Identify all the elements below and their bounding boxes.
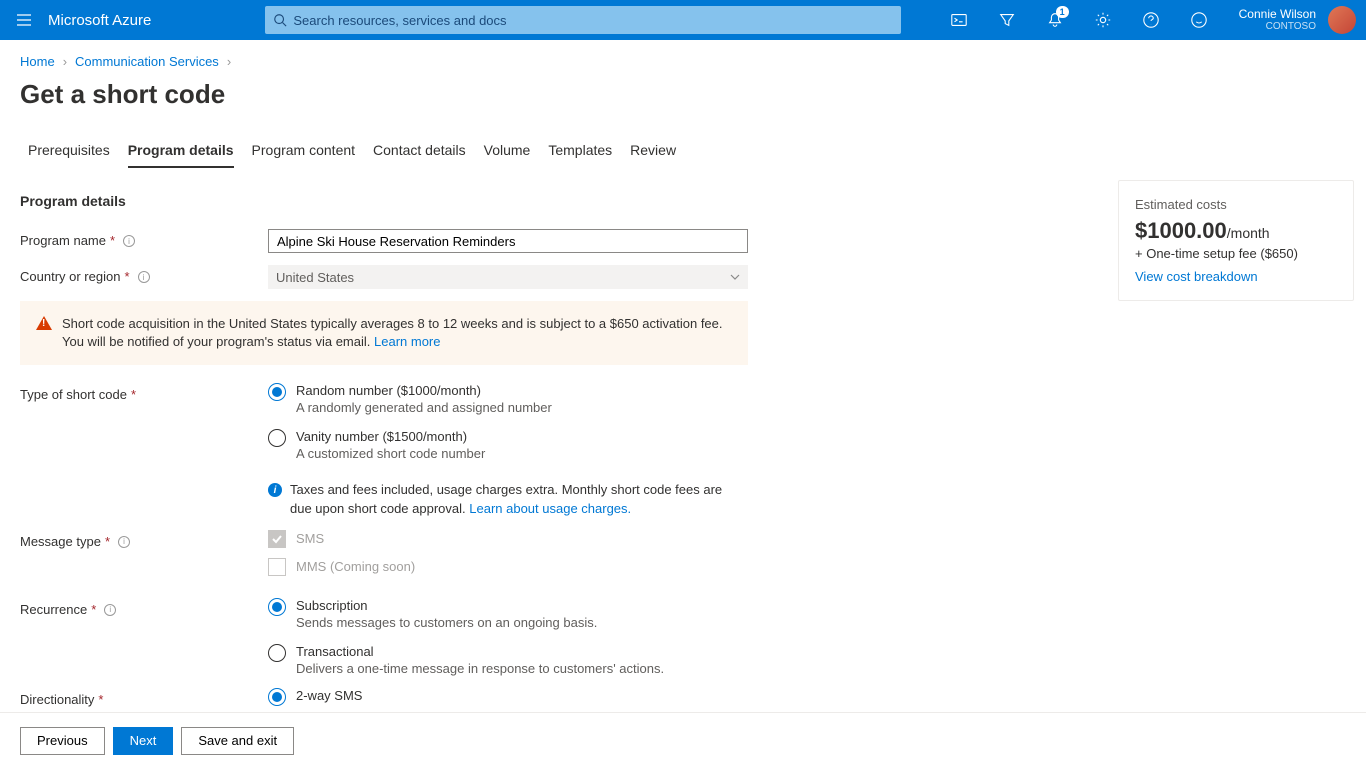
user-block[interactable]: Connie Wilson CONTOSO — [1223, 8, 1324, 32]
footer-bar: Previous Next Save and exit — [0, 712, 1366, 768]
warning-icon — [36, 316, 52, 330]
cost-amount: $1000.00 — [1135, 218, 1227, 243]
user-name: Connie Wilson — [1239, 8, 1316, 21]
row-message-type: Message type * i SMS MMS (Coming soon) — [20, 530, 1346, 586]
info-icon[interactable]: i — [104, 604, 116, 616]
required-marker: * — [131, 387, 136, 402]
search-wrap — [265, 6, 901, 34]
user-org: CONTOSO — [1239, 21, 1316, 32]
required-marker: * — [110, 233, 115, 248]
tab-contact-details[interactable]: Contact details — [373, 134, 466, 168]
radio-vanity-title: Vanity number ($1500/month) — [296, 429, 485, 444]
label-message-type: Message type — [20, 534, 101, 549]
directories-button[interactable] — [983, 0, 1031, 40]
check-icon — [271, 533, 283, 545]
info-icon[interactable]: i — [138, 271, 150, 283]
country-value: United States — [276, 270, 354, 285]
tab-review[interactable]: Review — [630, 134, 676, 168]
filter-icon — [998, 11, 1016, 29]
chevron-down-icon — [730, 272, 740, 282]
topbar-icons: 1 Connie Wilson CONTOSO — [935, 0, 1366, 40]
save-exit-button[interactable]: Save and exit — [181, 727, 294, 755]
row-directionality: Directionality * 2-way SMS — [20, 688, 1346, 707]
tabs: Prerequisites Program details Program co… — [20, 134, 1346, 169]
row-recurrence: Recurrence * i Subscription Sends message… — [20, 598, 1346, 676]
required-marker: * — [105, 534, 110, 549]
cost-card: Estimated costs $1000.00/month + One-tim… — [1118, 180, 1354, 301]
search-box[interactable] — [265, 6, 901, 34]
info-icon[interactable]: i — [118, 536, 130, 548]
tab-program-content[interactable]: Program content — [252, 134, 356, 168]
radio-vanity[interactable] — [268, 429, 286, 447]
smile-icon — [1190, 11, 1208, 29]
notifications-button[interactable]: 1 — [1031, 0, 1079, 40]
cost-per: /month — [1227, 225, 1270, 241]
radio-2way[interactable] — [268, 688, 286, 706]
page-content: Home › Communication Services › Get a sh… — [0, 40, 1366, 712]
required-marker: * — [124, 269, 129, 284]
label-country: Country or region — [20, 269, 120, 284]
chevron-right-icon: › — [63, 54, 67, 69]
radio-random-desc: A randomly generated and assigned number — [296, 400, 552, 415]
cost-label: Estimated costs — [1135, 197, 1337, 212]
label-directionality: Directionality — [20, 692, 94, 707]
breadcrumb-cs[interactable]: Communication Services — [75, 54, 219, 69]
tax-note-link[interactable]: Learn about usage charges. — [469, 501, 631, 516]
label-recurrence: Recurrence — [20, 602, 87, 617]
label-type: Type of short code — [20, 387, 127, 402]
radio-vanity-desc: A customized short code number — [296, 446, 485, 461]
radio-sub-title: Subscription — [296, 598, 597, 613]
radio-trans-title: Transactional — [296, 644, 664, 659]
sms-label: SMS — [296, 531, 324, 546]
cost-breakdown-link[interactable]: View cost breakdown — [1135, 269, 1337, 284]
checkbox-sms — [268, 530, 286, 548]
search-input[interactable] — [293, 13, 893, 28]
warning-learn-more[interactable]: Learn more — [374, 334, 440, 349]
top-bar: Microsoft Azure 1 Connie Wilson CONTOSO — [0, 0, 1366, 40]
cloud-shell-button[interactable] — [935, 0, 983, 40]
warning-box: Short code acquisition in the United Sta… — [20, 301, 748, 365]
help-icon — [1142, 11, 1160, 29]
radio-2way-title: 2-way SMS — [296, 688, 362, 703]
brand-label: Microsoft Azure — [48, 12, 175, 29]
info-icon[interactable]: i — [123, 235, 135, 247]
avatar[interactable] — [1328, 6, 1356, 34]
program-name-input[interactable] — [268, 229, 748, 253]
required-marker: * — [98, 692, 103, 707]
tab-templates[interactable]: Templates — [548, 134, 612, 168]
search-icon — [273, 13, 287, 27]
info-icon: i — [268, 483, 282, 497]
feedback-button[interactable] — [1175, 0, 1223, 40]
hamburger-icon — [16, 12, 32, 28]
breadcrumb-home[interactable]: Home — [20, 54, 55, 69]
checkbox-mms — [268, 558, 286, 576]
row-type: Type of short code * Random number ($100… — [20, 383, 1346, 517]
radio-trans-desc: Delivers a one-time message in response … — [296, 661, 664, 676]
breadcrumb: Home › Communication Services › — [20, 54, 1346, 69]
radio-transactional[interactable] — [268, 644, 286, 662]
label-program-name: Program name — [20, 233, 106, 248]
radio-subscription[interactable] — [268, 598, 286, 616]
cloud-shell-icon — [950, 11, 968, 29]
cost-sub: + One-time setup fee ($650) — [1135, 246, 1337, 261]
help-button[interactable] — [1127, 0, 1175, 40]
country-select[interactable]: United States — [268, 265, 748, 289]
page-title: Get a short code — [20, 79, 1346, 110]
menu-toggle[interactable] — [0, 0, 48, 40]
tab-program-details[interactable]: Program details — [128, 134, 234, 168]
chevron-right-icon: › — [227, 54, 231, 69]
previous-button[interactable]: Previous — [20, 727, 105, 755]
next-button[interactable]: Next — [113, 727, 174, 755]
radio-sub-desc: Sends messages to customers on an ongoin… — [296, 615, 597, 630]
notification-badge: 1 — [1056, 6, 1069, 18]
settings-button[interactable] — [1079, 0, 1127, 40]
gear-icon — [1094, 11, 1112, 29]
tab-volume[interactable]: Volume — [484, 134, 531, 168]
radio-random-title: Random number ($1000/month) — [296, 383, 552, 398]
radio-random[interactable] — [268, 383, 286, 401]
mms-label: MMS (Coming soon) — [296, 559, 415, 574]
required-marker: * — [91, 602, 96, 617]
tab-prerequisites[interactable]: Prerequisites — [28, 134, 110, 168]
